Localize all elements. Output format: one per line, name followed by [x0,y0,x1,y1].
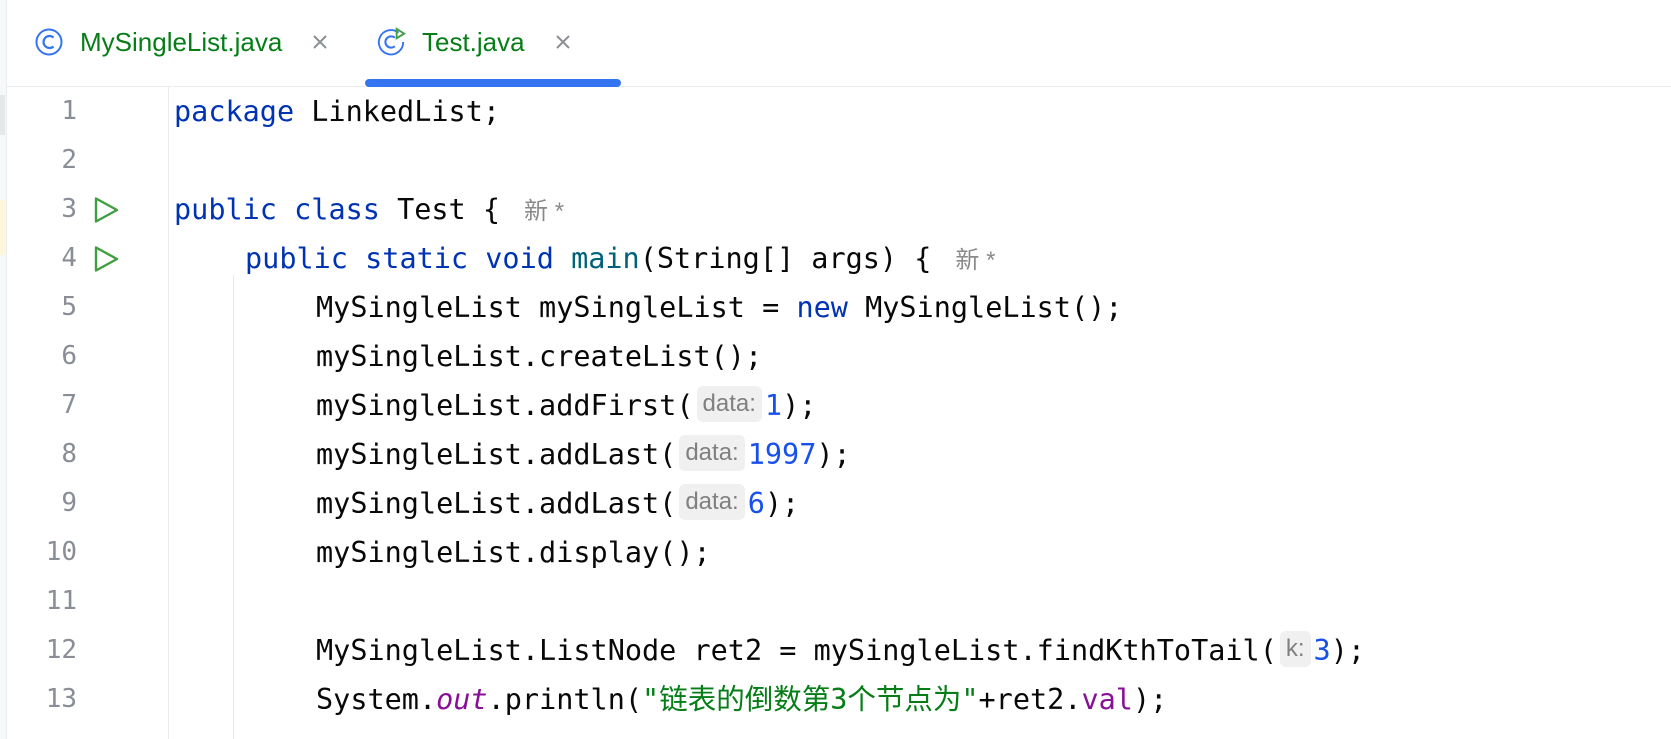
tab-test-java[interactable]: Test.java [376,20,573,64]
code-line: 3 public class Test {新 * [0,185,1671,234]
line-number: 3 [61,194,77,224]
parameter-hint: data: [696,386,762,422]
line-number: 12 [45,635,77,665]
parameter-hint: data: [679,484,745,520]
class-icon [34,27,64,57]
runnable-class-icon [376,27,406,57]
parameter-hint: data: [679,435,745,471]
code-text: package LinkedList; [174,95,501,128]
line-number: 10 [45,537,77,567]
editor-tab-bar: MySingleList.java Test.java [7,0,1671,87]
line-number: 6 [61,341,77,371]
line-number: 7 [61,390,77,420]
author-hint[interactable]: 新 * [524,198,564,225]
tab-label: Test.java [422,26,525,57]
line-number: 8 [61,439,77,469]
parameter-hint: k: [1279,631,1311,667]
run-icon[interactable] [92,245,119,273]
tab-mysinglelist-java[interactable]: MySingleList.java [34,20,330,64]
author-hint[interactable]: 新 * [955,247,995,274]
code-text: mySingleList.display(); [316,536,711,569]
run-icon[interactable] [92,196,119,224]
code-text: MySingleList mySingleList = new MySingle… [316,291,1123,324]
code-line: 10 mySingleList.display(); [0,528,1671,577]
code-line: 2 [0,136,1671,185]
code-line: 12 MySingleList.ListNode ret2 = mySingle… [0,626,1671,675]
code-line: 9 mySingleList.addLast(data: 6); [0,479,1671,528]
code-line: 5 MySingleList mySingleList = new MySing… [0,283,1671,332]
line-number: 1 [61,96,77,126]
line-number: 2 [61,145,77,175]
tab-label: MySingleList.java [80,26,283,57]
line-number: 9 [61,488,77,518]
code-line: 6 mySingleList.createList(); [0,332,1671,381]
close-icon[interactable] [553,32,573,52]
active-tab-indicator [365,79,621,87]
code-line: 13 System.out.println("链表的倒数第3个节点为"+ret2… [0,675,1671,724]
code-line: 1 package LinkedList; [0,87,1671,136]
code-line: 7 mySingleList.addFirst(data: 1); [0,381,1671,430]
code-text: public class Test {新 * [174,193,565,226]
code-text: mySingleList.addLast(data: 1997); [316,430,851,479]
close-icon[interactable] [310,32,330,52]
code-text: mySingleList.addLast(data: 6); [316,479,799,528]
line-number: 11 [45,586,77,616]
code-text: mySingleList.createList(); [316,340,763,373]
code-line: 4 public static void main(String[] args)… [0,234,1671,283]
code-line: 8 mySingleList.addLast(data: 1997); [0,430,1671,479]
code-text: mySingleList.addFirst(data: 1); [316,381,816,430]
line-number: 13 [45,684,77,714]
line-number: 5 [61,292,77,322]
code-line: 11 [0,577,1671,626]
code-text: public static void main(String[] args) {… [245,242,996,275]
line-number: 4 [61,243,77,273]
code-text: MySingleList.ListNode ret2 = mySingleLis… [316,626,1365,675]
code-text: System.out.println("链表的倒数第3个节点为"+ret2.va… [316,683,1168,716]
